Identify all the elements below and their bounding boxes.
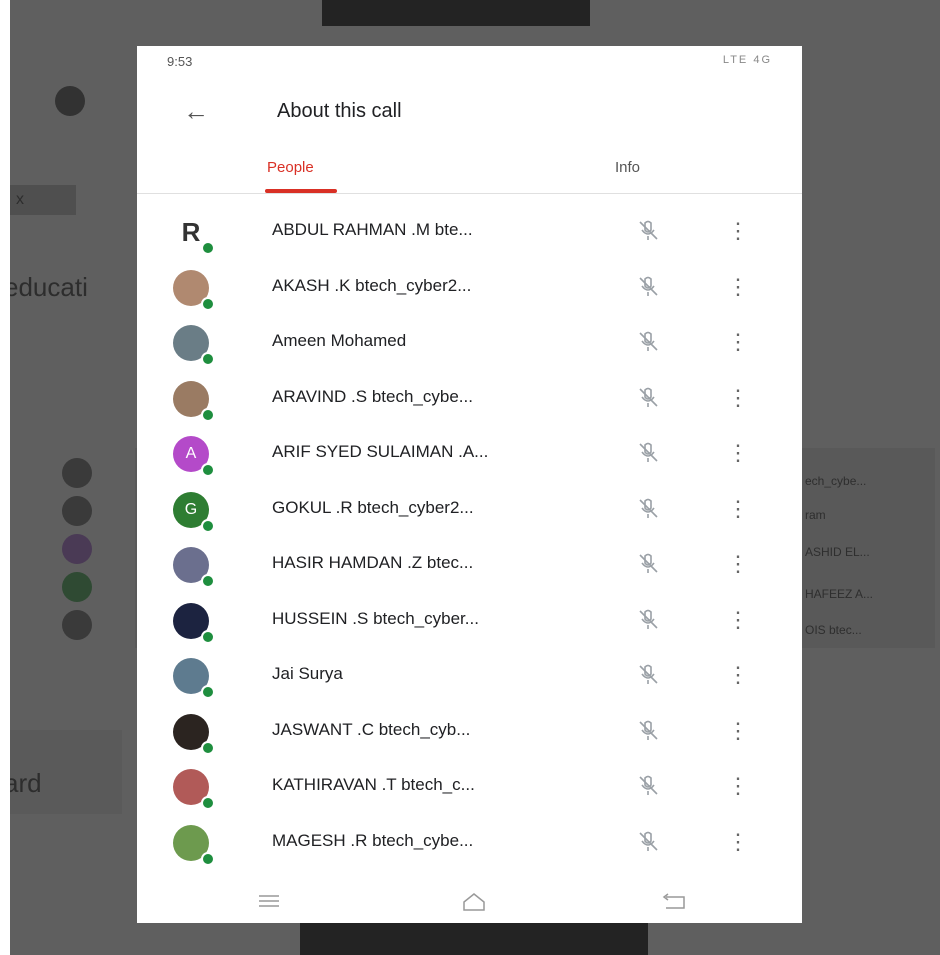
more-vert-icon[interactable]: ⋮ — [727, 327, 749, 357]
participant-name: GOKUL .R btech_cyber2... — [272, 497, 474, 517]
clock-icon — [55, 86, 85, 116]
avatar-initial: R — [181, 217, 201, 247]
participant-row[interactable]: AKASH .K btech_cyber2... ⋮ — [137, 260, 802, 316]
mic-off-icon[interactable] — [635, 773, 661, 799]
background-list-item: ram — [805, 508, 826, 522]
status-time: 9:53 — [167, 54, 193, 69]
participant-row[interactable]: HUSSEIN .S btech_cyber... ⋮ — [137, 593, 802, 649]
more-vert-icon[interactable]: ⋮ — [727, 438, 749, 468]
background-list-item: ASHID EL... — [805, 545, 870, 559]
mic-off-icon[interactable] — [635, 662, 661, 688]
top-overlay-bar — [322, 0, 590, 26]
online-status-dot — [201, 796, 215, 810]
participant-row[interactable]: JASWANT .C btech_cyb... ⋮ — [137, 704, 802, 760]
background-avatar — [62, 572, 92, 602]
mic-off-icon[interactable] — [635, 829, 661, 855]
online-status-dot — [201, 407, 215, 422]
menu-icon[interactable] — [249, 888, 289, 914]
more-vert-icon[interactable]: ⋮ — [727, 605, 749, 635]
home-icon[interactable] — [454, 888, 494, 914]
online-status-dot — [201, 574, 215, 588]
mic-off-icon[interactable] — [635, 551, 661, 577]
participant-row[interactable]: R ABDUL RAHMAN .M bte... ⋮ — [137, 204, 802, 260]
participant-name: AKASH .K btech_cyber2... — [272, 275, 472, 295]
background-list-item: HAFEEZ A... — [805, 587, 874, 601]
background-card-text: ard — [10, 768, 42, 798]
bottom-overlay-bar — [300, 923, 648, 955]
participant-name: HASIR HAMDAN .Z btec... — [272, 553, 474, 572]
participant-row[interactable]: Ameen Mohamed ⋮ — [137, 315, 802, 371]
more-vert-icon[interactable]: ⋮ — [727, 771, 749, 801]
background-chip: x — [10, 185, 76, 215]
online-status-dot — [201, 296, 215, 311]
back-arrow-icon[interactable]: ← — [183, 96, 223, 126]
background-avatar — [62, 534, 92, 564]
participant-row[interactable]: ARAVIND .S btech_cybe... ⋮ — [137, 371, 802, 427]
participant-row[interactable]: A ARIF SYED SULAIMAN .A... ⋮ — [137, 426, 802, 482]
participant-name: MAGESH .R btech_cybe... — [272, 830, 474, 850]
participant-name: Jai Surya — [272, 664, 343, 683]
background-education-text: educati — [10, 272, 88, 302]
tab-info[interactable]: Info — [615, 159, 640, 176]
participant-name: HUSSEIN .S btech_cyber... — [272, 608, 479, 628]
status-bar: 9:53 LTE 4G — [137, 46, 802, 76]
online-status-dot — [201, 851, 215, 866]
online-status-dot — [201, 740, 215, 755]
mic-off-icon[interactable] — [635, 218, 661, 244]
online-status-dot — [201, 518, 215, 533]
participant-row[interactable]: HASIR HAMDAN .Z btec... ⋮ — [137, 537, 802, 593]
more-vert-icon[interactable]: ⋮ — [727, 716, 749, 746]
background-avatar — [62, 458, 92, 488]
participant-name: ABDUL RAHMAN .M bte... — [272, 220, 473, 239]
participant-name: Ameen Mohamed — [272, 331, 407, 350]
participant-name: KATHIRAVAN .T btech_c... — [272, 775, 475, 794]
more-vert-icon[interactable]: ⋮ — [727, 827, 749, 857]
page-title: About this call — [277, 100, 402, 122]
participant-row[interactable]: MAGESH .R btech_cybe... ⋮ — [137, 815, 802, 871]
participant-name: ARAVIND .S btech_cybe... — [272, 386, 473, 406]
more-vert-icon[interactable]: ⋮ — [727, 494, 749, 524]
mic-off-icon[interactable] — [635, 440, 661, 466]
mic-off-icon[interactable] — [635, 607, 661, 633]
background-avatar — [62, 610, 92, 640]
participant-name: ARIF SYED SULAIMAN .A... — [272, 442, 489, 461]
online-status-dot — [201, 629, 215, 644]
avatar-initial: A — [185, 445, 197, 462]
mic-off-icon[interactable] — [635, 718, 661, 744]
tab-indicator — [265, 189, 337, 193]
system-nav-bar — [137, 878, 802, 923]
chip-label: x — [16, 191, 24, 208]
background-list-item: OIS btec... — [805, 623, 862, 637]
online-status-dot — [201, 463, 215, 477]
online-status-dot — [201, 352, 215, 366]
participant-row[interactable]: G GOKUL .R btech_cyber2... ⋮ — [137, 482, 802, 538]
tab-people[interactable]: People — [267, 159, 314, 176]
online-status-dot — [201, 241, 215, 255]
back-icon[interactable] — [654, 888, 694, 914]
phone-screen: 9:53 LTE 4G ← About this call People Inf… — [137, 46, 802, 923]
app-bar: ← About this call — [137, 86, 802, 136]
more-vert-icon[interactable]: ⋮ — [727, 272, 749, 302]
tab-bar: People Info — [137, 151, 802, 194]
status-icons: LTE 4G — [722, 54, 772, 66]
background-avatar — [62, 496, 92, 526]
participant-row[interactable]: Jai Surya ⋮ — [137, 648, 802, 704]
mic-off-icon[interactable] — [635, 496, 661, 522]
more-vert-icon[interactable]: ⋮ — [727, 383, 749, 413]
background-list-item: ech_cybe... — [805, 474, 867, 488]
participant-list: R ABDUL RAHMAN .M bte... ⋮ AKASH .K btech_c… — [137, 204, 802, 870]
more-vert-icon[interactable]: ⋮ — [727, 660, 749, 690]
avatar-initial: G — [184, 500, 198, 518]
mic-off-icon[interactable] — [635, 385, 661, 411]
more-vert-icon[interactable]: ⋮ — [727, 216, 749, 246]
mic-off-icon[interactable] — [635, 329, 661, 355]
mic-off-icon[interactable] — [635, 274, 661, 300]
more-vert-icon[interactable]: ⋮ — [727, 549, 749, 579]
participant-name: JASWANT .C btech_cyb... — [272, 719, 471, 739]
participant-row[interactable]: KATHIRAVAN .T btech_c... ⋮ — [137, 759, 802, 815]
online-status-dot — [201, 685, 215, 699]
